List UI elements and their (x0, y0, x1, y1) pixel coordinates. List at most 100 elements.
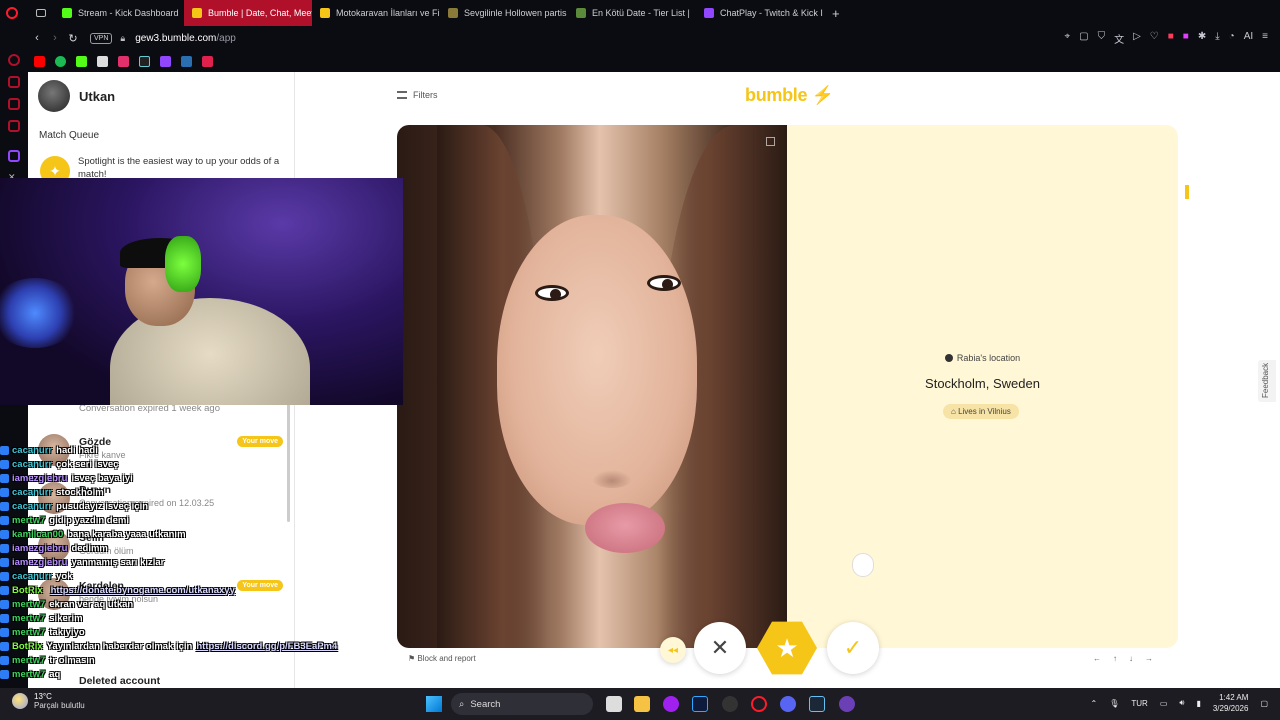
chat-username[interactable]: iamezgiebru (12, 473, 67, 484)
mic-icon[interactable]: 🎙︎ (1109, 699, 1119, 708)
chat-username[interactable]: cacanurr (12, 501, 52, 512)
profile-name[interactable]: Utkan (79, 89, 115, 104)
extension-icon[interactable]: ■ (1183, 31, 1189, 46)
chat-text: sikerim (49, 612, 83, 624)
translate-icon[interactable]: 文 (1114, 31, 1124, 46)
reload-button[interactable]: ↻ (64, 32, 82, 45)
tab-overview-button[interactable] (28, 0, 54, 26)
twitch-icon[interactable] (8, 150, 20, 162)
back-button[interactable]: ‹ (28, 32, 46, 44)
new-tab-button[interactable]: + (824, 0, 848, 26)
block-report-link[interactable]: ⚑ Block and report (408, 654, 476, 663)
notification-icon[interactable]: ▢ (1260, 699, 1268, 708)
shield-icon[interactable]: ⛉ (1098, 31, 1106, 46)
arrow-down-icon: ↓ (1129, 654, 1133, 663)
chat-username[interactable]: kamilcan00 (12, 529, 63, 540)
youtube-icon[interactable] (34, 55, 45, 67)
file-explorer-icon[interactable] (634, 696, 650, 712)
like-button[interactable]: ✓ (827, 622, 879, 674)
weather-widget[interactable]: 13°C Parçalı bulutlu (12, 692, 85, 710)
chat-username[interactable]: cacanurr (12, 487, 52, 498)
spotify-icon[interactable] (55, 55, 66, 67)
download-icon[interactable]: ⤓ (1215, 31, 1219, 46)
aria-icon[interactable] (8, 54, 20, 66)
browser-tab[interactable]: Motokaravan İlanları ve Fi (312, 0, 440, 26)
steam-bookmark-icon[interactable] (181, 55, 192, 67)
language-indicator[interactable]: TUR (1131, 699, 1147, 708)
kick-icon[interactable] (76, 55, 87, 67)
heart-icon[interactable]: ♡ (1150, 31, 1159, 46)
url-field[interactable]: gew3.bumble.com/app (135, 33, 236, 44)
backtrack-button[interactable]: ◂◂ (660, 637, 686, 663)
opera-menu-button[interactable] (0, 0, 28, 26)
tiktok-icon[interactable] (139, 55, 150, 67)
network-icon[interactable]: ▭ (1160, 699, 1168, 708)
feedback-tab[interactable]: Feedback (1258, 360, 1276, 402)
opera-taskbar-icon[interactable] (751, 696, 767, 712)
chat-username[interactable]: mertw7 (12, 655, 45, 666)
task-view-icon[interactable] (606, 696, 622, 712)
x-icon[interactable] (97, 55, 108, 67)
chat-badge-icon (0, 487, 9, 497)
location-pin-icon (944, 354, 953, 362)
instagram-bookmark-icon[interactable] (118, 55, 129, 67)
chat-username[interactable]: BotRix (12, 641, 43, 652)
filters-button[interactable]: Filters (397, 90, 438, 100)
chat-link[interactable]: https://discord.gg/p/FB3EaPm4 (196, 641, 337, 652)
messenger-icon[interactable] (8, 76, 20, 88)
adblock-icon[interactable]: ■ (1168, 31, 1174, 46)
chat-text: pusudayız isveç için (56, 500, 149, 512)
profile-icon[interactable]: ◔ (1229, 31, 1235, 46)
photoshop-icon[interactable] (692, 696, 708, 712)
chat-username[interactable]: mertw7 (12, 613, 45, 624)
clock[interactable]: 1:42 AM 3/29/2026 (1213, 692, 1249, 714)
discord-icon[interactable] (780, 696, 796, 712)
steam-icon[interactable] (809, 696, 825, 712)
browser-tab-strip: Stream - Kick Dashboard Bumble | Date, Ch… (0, 0, 1280, 26)
chat-username[interactable]: mertw7 (12, 627, 45, 638)
screenshot-icon[interactable]: ▢ (1079, 31, 1088, 46)
browser-tab[interactable]: ChatPlay - Twitch & Kick I (696, 0, 824, 26)
chat-username[interactable]: cacanurr (12, 459, 52, 470)
browser-tab[interactable]: Sevgilinle Hollowen partis (440, 0, 568, 26)
volume-icon[interactable]: 🔊︎ (1179, 698, 1184, 708)
app-circle-icon[interactable] (839, 696, 855, 712)
browser-tab[interactable]: En Kötü Date - Tier List | (568, 0, 696, 26)
play-icon[interactable]: ▷ (1133, 31, 1141, 46)
avatar[interactable] (38, 80, 70, 112)
battery-icon[interactable]: ▮ (1196, 699, 1200, 708)
browser-tab[interactable]: Stream - Kick Dashboard (54, 0, 184, 26)
scroll-indicator[interactable] (852, 553, 874, 577)
browser-tab[interactable]: Bumble | Date, Chat, Meet (184, 0, 312, 26)
start-button[interactable] (426, 696, 442, 712)
lock-icon: 🔒︎ (120, 32, 126, 43)
twitch-bookmark-icon[interactable] (160, 55, 171, 67)
taskbar-search[interactable]: ⌕ Search (451, 693, 593, 715)
chat-text: çok seri isveç (56, 458, 119, 470)
chat-username[interactable]: mertw7 (12, 515, 45, 526)
chat-link[interactable]: https://donate.bynogame.com/utkanaxyy (51, 585, 235, 596)
app-purple-icon[interactable] (663, 696, 679, 712)
menu-icon[interactable]: ≡ (1262, 31, 1268, 46)
chat-username[interactable]: mertw7 (12, 599, 45, 610)
chat-username[interactable]: iamezgiebru (12, 557, 67, 568)
obs-icon[interactable] (722, 696, 738, 712)
chat-username[interactable]: cacanurr (12, 571, 52, 582)
profile-photo[interactable] (397, 125, 787, 648)
chat-username[interactable]: BotRix (12, 585, 43, 596)
expand-photo-icon[interactable] (766, 137, 775, 146)
chevron-up-icon[interactable]: ⌃ (1091, 699, 1098, 708)
chat-username[interactable]: iamezgiebru (12, 543, 67, 554)
vpn-badge[interactable]: VPN (90, 32, 113, 44)
pass-button[interactable]: ✕ (694, 622, 746, 674)
forward-button[interactable]: › (46, 32, 64, 44)
pin-icon[interactable]: ⌖ (1064, 31, 1070, 46)
location-city: Stockholm, Sweden (925, 376, 1040, 391)
instagram-icon[interactable] (8, 98, 20, 110)
player-icon[interactable] (8, 120, 20, 132)
ai-button[interactable]: AI (1244, 31, 1253, 46)
game-bookmark-icon[interactable] (202, 55, 213, 67)
puzzle-icon[interactable]: ✱ (1198, 31, 1206, 46)
chat-username[interactable]: cacanurr (12, 445, 52, 456)
chat-username[interactable]: mertw7 (12, 669, 45, 680)
